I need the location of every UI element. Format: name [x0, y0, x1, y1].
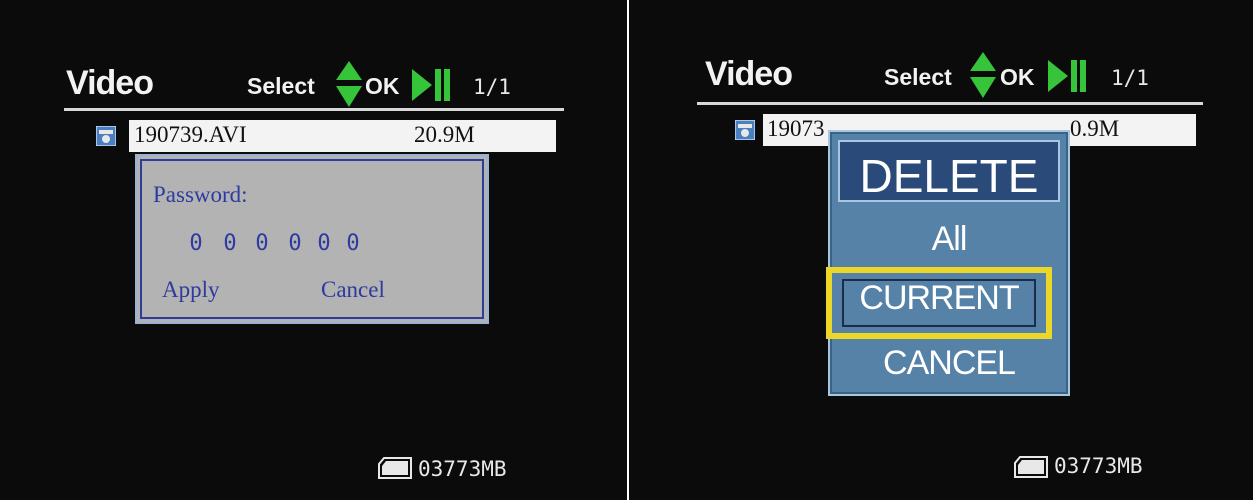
- password-digit[interactable]: 0: [343, 231, 363, 256]
- page-title: Video: [66, 64, 154, 102]
- file-row[interactable]: 190739.AVI 20.9M: [129, 120, 556, 152]
- file-name: 190739.AVI: [134, 122, 247, 147]
- delete-all-option[interactable]: All: [830, 220, 1068, 259]
- up-down-arrow-icon: [336, 61, 362, 107]
- password-digit[interactable]: 0: [186, 231, 206, 256]
- password-screen: Video Select OK 1/1 190739.AVI 20.9M Pas…: [0, 0, 627, 500]
- password-digit[interactable]: 0: [252, 231, 272, 256]
- select-hint-label: Select: [884, 64, 952, 90]
- delete-menu: DELETE All CURRENT CANCEL: [826, 130, 1070, 396]
- apply-button[interactable]: Apply: [162, 277, 220, 303]
- file-size: 20.9M: [414, 122, 475, 147]
- file-size: 0.9M: [1070, 116, 1120, 141]
- delete-cancel-option[interactable]: CANCEL: [830, 344, 1068, 383]
- up-down-arrow-icon: [970, 52, 996, 98]
- delete-current-label: CURRENT: [859, 279, 1019, 317]
- play-pause-icon: [1048, 60, 1086, 92]
- select-hint-label: Select: [247, 73, 315, 99]
- page-title: Video: [705, 55, 793, 93]
- delete-current-option[interactable]: CURRENT: [826, 267, 1052, 339]
- header-divider: [64, 108, 564, 111]
- ok-hint-label: OK: [1000, 64, 1035, 90]
- password-dialog-frame: Password: 0 0 0 0 0 0 Apply Cancel: [140, 159, 484, 319]
- play-pause-icon: [412, 69, 450, 101]
- sd-card-icon: [378, 457, 412, 479]
- delete-menu-title: DELETE: [859, 150, 1039, 202]
- storage-remaining: 03773MB: [1054, 454, 1143, 478]
- password-digit[interactable]: 0: [220, 231, 240, 256]
- cancel-button[interactable]: Cancel: [321, 277, 385, 303]
- sd-card-icon: [1014, 456, 1048, 478]
- video-file-icon: [96, 126, 116, 146]
- password-digit[interactable]: 0: [285, 231, 305, 256]
- password-label: Password:: [153, 182, 248, 207]
- password-dialog: Password: 0 0 0 0 0 0 Apply Cancel: [135, 154, 489, 324]
- file-name: 19073: [767, 116, 825, 141]
- page-indicator: 1/1: [473, 75, 511, 99]
- page-indicator: 1/1: [1111, 66, 1149, 90]
- password-digit[interactable]: 0: [314, 231, 334, 256]
- delete-menu-header: DELETE: [838, 140, 1060, 202]
- header-divider: [697, 102, 1203, 105]
- ok-hint-label: OK: [365, 73, 400, 99]
- storage-remaining: 03773MB: [418, 457, 507, 481]
- video-file-icon: [735, 120, 755, 140]
